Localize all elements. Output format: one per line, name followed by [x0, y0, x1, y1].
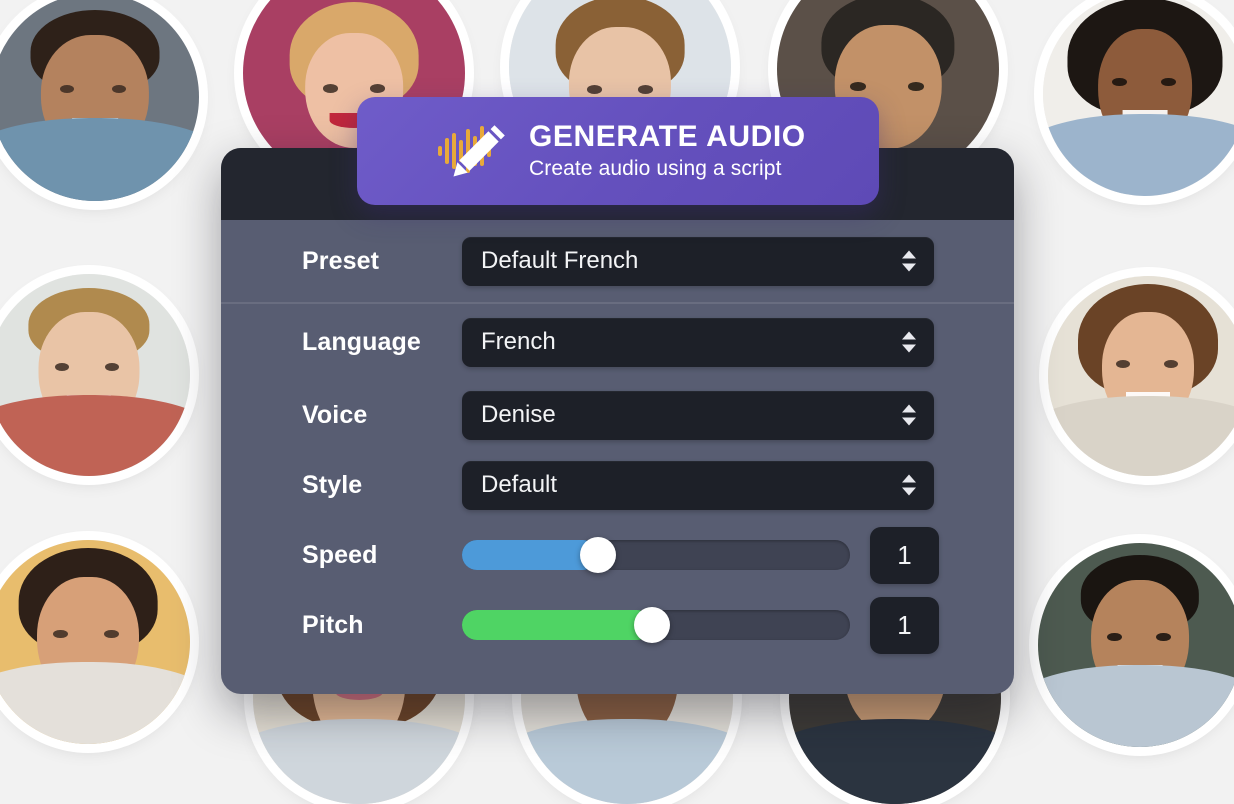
preset-select-value: Default French — [481, 247, 639, 274]
language-select-value: French — [481, 328, 556, 355]
pitch-value-box[interactable]: 1 — [870, 596, 939, 654]
preset-control: Default French — [462, 236, 1014, 286]
speed-label: Speed — [302, 540, 378, 569]
avatar-1 — [0, 0, 199, 201]
speed-slider[interactable] — [462, 537, 850, 573]
avatar-6 — [1043, 0, 1234, 196]
avatar-12 — [1038, 543, 1234, 747]
preset-label: Preset — [302, 246, 380, 275]
pitch-slider-fill — [462, 610, 653, 640]
row-preset: Preset Default French — [221, 220, 1014, 302]
chevron-up-icon — [902, 250, 916, 259]
style-select[interactable]: Default — [462, 460, 934, 510]
style-select-value: Default — [481, 471, 558, 498]
speed-slider-thumb[interactable] — [579, 537, 616, 573]
row-language: Language French — [221, 304, 1014, 380]
badge-title: GENERATE AUDIO — [529, 119, 806, 153]
chevron-up-icon — [902, 404, 916, 413]
preset-select[interactable]: Default French — [462, 236, 934, 286]
spinner-arrows-icon[interactable] — [902, 331, 916, 353]
language-label: Language — [302, 327, 421, 356]
language-control: French — [462, 317, 1014, 367]
speed-slider-fill — [462, 540, 598, 570]
style-control: Default — [462, 460, 1014, 510]
pitch-label: Pitch — [302, 610, 364, 639]
voice-select-value: Denise — [481, 401, 556, 428]
row-speed: Speed 1 — [221, 520, 1014, 590]
panel-body: Preset Default French Language French Vo… — [221, 220, 1014, 694]
chevron-down-icon — [902, 344, 916, 353]
voice-select[interactable]: Denise — [462, 390, 934, 440]
pitch-control: 1 — [462, 596, 1014, 654]
chevron-up-icon — [902, 474, 916, 483]
spinner-arrows-icon[interactable] — [902, 474, 916, 496]
avatar-5 — [0, 274, 190, 476]
speed-value-box[interactable]: 1 — [870, 526, 939, 584]
chevron-down-icon — [902, 487, 916, 496]
spinner-arrows-icon[interactable] — [902, 404, 916, 426]
row-pitch: Pitch 1 — [221, 590, 1014, 660]
avatar-9 — [0, 540, 190, 744]
voice-settings-section: Language French Voice Denise Style Defau… — [221, 304, 1014, 660]
voice-label: Voice — [302, 400, 368, 429]
chevron-down-icon — [902, 263, 916, 272]
badge-subtitle: Create audio using a script — [529, 157, 782, 181]
speed-control: 1 — [462, 526, 1014, 584]
pitch-slider-thumb[interactable] — [634, 607, 671, 643]
generate-audio-button[interactable]: GENERATE AUDIO Create audio using a scri… — [357, 97, 879, 205]
waveform-pencil-icon — [437, 121, 511, 181]
avatar-7 — [1048, 276, 1234, 476]
row-voice: Voice Denise — [221, 380, 1014, 450]
spinner-arrows-icon[interactable] — [902, 250, 916, 272]
badge-text: GENERATE AUDIO Create audio using a scri… — [529, 121, 806, 181]
generate-audio-panel: Preset Default French Language French Vo… — [221, 148, 1014, 694]
chevron-down-icon — [902, 417, 916, 426]
pitch-slider[interactable] — [462, 607, 850, 643]
language-select[interactable]: French — [462, 317, 934, 367]
voice-control: Denise — [462, 390, 1014, 440]
row-style: Style Default — [221, 450, 1014, 520]
preset-section: Preset Default French — [221, 220, 1014, 302]
chevron-up-icon — [902, 331, 916, 340]
style-label: Style — [302, 470, 363, 499]
